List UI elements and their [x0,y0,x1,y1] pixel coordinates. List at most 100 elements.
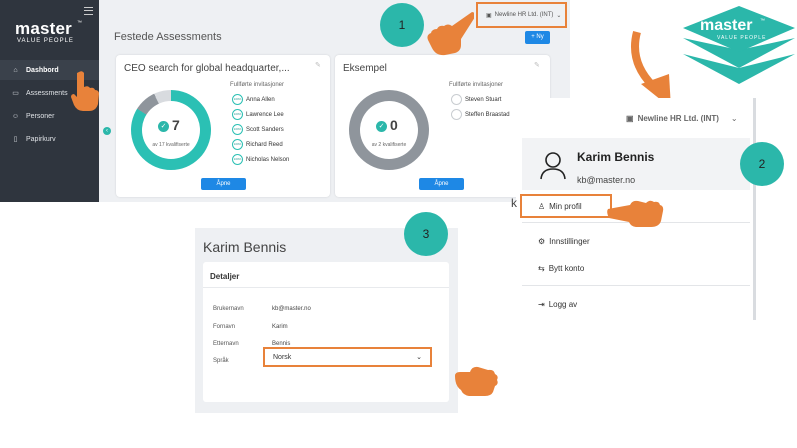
pin-icon[interactable]: ✎ [315,61,321,69]
section-title: Detaljer [210,272,240,281]
progress-badge: 100% [232,154,243,165]
highlight-min-profil [520,194,612,218]
field-value: kb@master.no [272,306,311,312]
menu-item-label: Innstillinger [549,237,590,246]
brand-logo-tm: ™ [760,18,765,24]
invitee-name: Lawrence Lee [246,111,284,118]
assessment-card: CEO search for global headquarter,... ✎ … [116,55,330,197]
open-button[interactable]: Åpne [201,178,246,190]
trash-icon: ▯ [13,136,18,143]
progress-badge [451,109,462,120]
company-selector[interactable]: ▣ Newline HR Ltd. (INT) ⌄ [626,114,738,123]
logout-icon: ⇥ [538,300,545,309]
avatar [540,152,566,180]
qualified-label: av 2 kvalifiserte [371,142,407,148]
hamburger-icon[interactable] [84,7,93,15]
progress-badge [451,94,462,105]
card-title: Eksempel [343,63,387,74]
progress-badge: 100% [232,124,243,135]
highlight-company-selector [476,2,567,28]
pin-icon[interactable]: ✎ [534,61,540,69]
field-label: Fornavn [213,324,236,330]
brand-logo-subtitle: VALUE PEOPLE [717,35,767,41]
sidebar-item-label: Assessments [26,89,68,97]
profile-screenshot: Karim Bennis Detaljer Brukernavn kb@mast… [195,228,458,413]
collapse-sidebar-icon[interactable]: ‹ [103,127,111,135]
home-icon: ⌂ [13,66,18,74]
invitee-name: Richard Reed [246,141,283,148]
progress-donut: ✓ 7 av 17 kvalifiserte [131,90,211,170]
language-value: Norsk [273,353,292,361]
language-select[interactable]: Norsk ⌄ [263,347,432,367]
divider [522,285,750,286]
user-name: Karim Bennis [577,150,655,164]
invitee-name: Steven Stuart [465,96,502,103]
hand-pointer-icon [71,71,99,111]
menu-item-bytt-konto[interactable]: ⇆ Bytt konto [538,264,584,273]
step-1-badge: 1 [380,3,424,47]
sidebar-item-label: Papirkurv [26,135,56,143]
list-item[interactable]: Steffen Braastad [451,107,510,122]
field-value: Karim [272,324,288,330]
menu-item-label: Bytt konto [548,264,585,273]
qualified-count: 7 [172,117,180,133]
progress-donut: ✓ 0 av 2 kvalifiserte [349,90,429,170]
list-item[interactable]: 100% Nicholas Nelson [232,152,289,167]
donut-center: ✓ 7 av 17 kvalifiserte [142,101,200,159]
invites-title: Fullførte invitasjoner [230,82,285,88]
card-title: CEO search for global headquarter,... [124,63,290,74]
company-name: Newline HR Ltd. (INT) [637,114,719,123]
building-icon: ▣ [626,114,634,123]
hand-pointer-icon [455,366,498,396]
user-email: kb@master.no [577,175,636,185]
hand-pointer-icon [427,12,474,56]
list-item[interactable]: 100% Scott Sanders [232,122,284,137]
add-new-button[interactable]: + Ny [525,31,550,44]
hand-pointer-icon [607,200,664,227]
check-icon: ✓ [376,121,387,132]
progress-badge: 100% [232,94,243,105]
invitee-name: Nicholas Nelson [246,156,290,163]
page-title: Festede Assessments [114,31,222,43]
sidebar-item-label: Dashbord [26,66,59,74]
qualified-count: 0 [390,117,398,133]
users-icon: ☺ [11,112,20,120]
list-item[interactable]: 100% Anna Allen [232,92,275,107]
menu-item-logg-av[interactable]: ⇥ Logg av [538,300,577,309]
donut-center: ✓ 0 av 2 kvalifiserte [360,101,418,159]
progress-badge: 100% [232,109,243,120]
list-item[interactable]: Steven Stuart [451,92,501,107]
sidebar-item-label: Personer [26,112,55,120]
brand-logo-text: master [700,17,753,34]
chevron-down-icon: ⌄ [730,114,738,123]
list-item[interactable]: 100% Lawrence Lee [232,107,284,122]
details-card: Detaljer Brukernavn kb@master.no Fornavn… [203,262,449,402]
app-logo-tm: ™ [77,20,82,26]
check-icon: ✓ [158,121,169,132]
app-logo-subtitle: VALUE PEOPLE [17,38,74,44]
page-title: Karim Bennis [203,239,287,255]
progress-badge: 100% [232,139,243,150]
switch-icon: ⇆ [538,264,545,273]
invites-title: Fullførte invitasjoner [449,82,504,88]
invitee-name: Steffen Braastad [465,111,510,118]
menu-item-label: Logg av [548,300,578,309]
list-item[interactable]: 100% Richard Reed [232,137,283,152]
field-label: Etternavn [213,341,239,347]
sidebar-item-papirkurv[interactable]: ▯ Papirkurv [0,129,99,149]
truncated-text: k [511,196,517,210]
divider [203,287,449,288]
language-label: Språk [213,358,229,364]
menu-item-innstillinger[interactable]: ⚙ Innstillinger [538,237,590,246]
invitee-name: Scott Sanders [246,126,284,133]
app-logo: master [15,19,72,38]
gear-icon: ⚙ [538,237,546,246]
book-icon: ▭ [12,90,19,97]
field-label: Brukernavn [213,306,244,312]
qualified-label: av 17 kvalifiserte [152,142,190,148]
step-3-badge: 3 [404,212,448,256]
chevron-down-icon: ⌄ [416,354,422,361]
invitee-name: Anna Allen [246,96,275,103]
open-button[interactable]: Åpne [419,178,464,190]
scrollbar[interactable] [753,98,756,320]
